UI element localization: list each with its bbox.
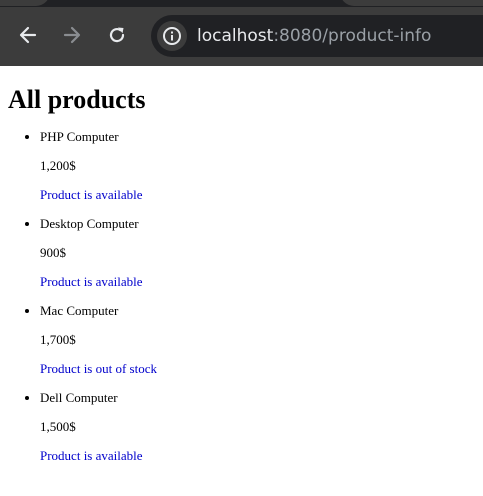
url-text[interactable]: localhost:8080/product-info: [197, 25, 431, 47]
product-status: Product is available: [40, 187, 143, 202]
product-price: 1,200$: [40, 158, 76, 173]
reload-icon: [109, 27, 125, 43]
page-title: All products: [8, 85, 146, 114]
address-bar[interactable]: localhost:8080/product-info: [151, 15, 483, 57]
product-status: Product is available: [40, 448, 143, 463]
site-info-button[interactable]: [157, 21, 187, 51]
url-host: localhost: [197, 26, 274, 46]
product-name: Desktop Computer: [40, 216, 139, 231]
product-status: Product is available: [40, 274, 143, 289]
product-price: 1,500$: [40, 419, 76, 434]
reload-button[interactable]: [105, 23, 129, 47]
forward-button[interactable]: [60, 23, 84, 47]
back-button[interactable]: [16, 23, 40, 47]
browser-tab[interactable]: [0, 0, 50, 6]
product-name: PHP Computer: [40, 129, 119, 144]
browser-tab[interactable]: [340, 0, 483, 6]
arrow-right-icon: [63, 26, 81, 44]
list-item: Desktop Computer 900$ Product is availab…: [40, 216, 475, 290]
info-icon: [163, 27, 181, 45]
product-price: 1,700$: [40, 332, 76, 347]
list-item: Dell Computer 1,500$ Product is availabl…: [40, 390, 475, 464]
browser-chrome: localhost:8080/product-info: [0, 0, 483, 66]
arrow-left-icon: [19, 26, 37, 44]
browser-toolbar: localhost:8080/product-info: [0, 7, 483, 66]
product-list: PHP Computer 1,200$ Product is available…: [8, 129, 475, 464]
list-item: PHP Computer 1,200$ Product is available: [40, 129, 475, 203]
url-path: :8080/product-info: [273, 26, 432, 46]
product-name: Mac Computer: [40, 303, 119, 318]
list-item: Mac Computer 1,700$ Product is out of st…: [40, 303, 475, 377]
page-content: All products PHP Computer 1,200$ Product…: [0, 85, 483, 464]
product-status: Product is out of stock: [40, 361, 157, 376]
tab-strip: [0, 0, 483, 7]
product-price: 900$: [40, 245, 66, 260]
product-name: Dell Computer: [40, 390, 118, 405]
